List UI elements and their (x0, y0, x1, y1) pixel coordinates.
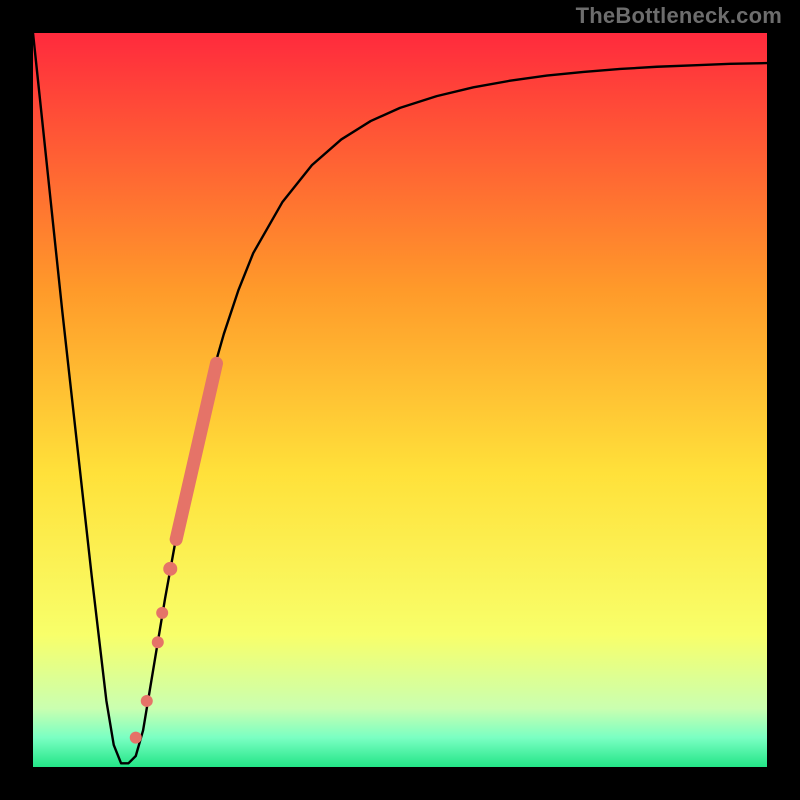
marker-dot (152, 636, 164, 648)
watermark-text: TheBottleneck.com (576, 3, 782, 29)
chart-svg (33, 33, 767, 767)
marker-dot (163, 562, 177, 576)
marker-dot (156, 607, 168, 619)
chart-frame: TheBottleneck.com (0, 0, 800, 800)
gradient-background (33, 33, 767, 767)
marker-dot (130, 732, 142, 744)
marker-dot (141, 695, 153, 707)
plot-area (33, 33, 767, 767)
